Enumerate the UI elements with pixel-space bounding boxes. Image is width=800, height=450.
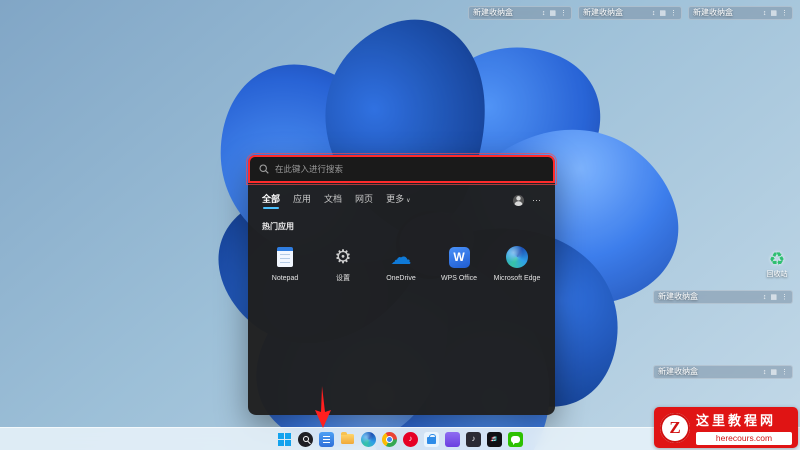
search-icon [259,164,269,174]
storage-box-title: 新建收纳盒 [583,8,623,17]
storage-box-title: 新建收纳盒 [473,8,513,17]
taskbar-microsoft-store-button[interactable] [424,431,439,447]
app-tile-onedrive[interactable]: ☁ OneDrive [372,238,430,289]
grid-icon[interactable]: ▦ [549,10,556,17]
taskbar-purple-app-button[interactable] [445,431,460,447]
storage-box-title: 新建收纳盒 [693,8,733,17]
search-bar[interactable] [246,153,557,185]
sort-icon[interactable]: ↕ [763,369,767,376]
taskbar-tiktok-button[interactable]: ♬ [487,431,502,447]
wps-office-icon: W [448,246,470,268]
grid-icon[interactable]: ▦ [770,294,777,301]
sort-icon[interactable]: ↕ [763,294,767,301]
chevron-down-icon: ∨ [406,198,411,204]
document-icon [323,435,330,443]
gear-icon: ⚙ [334,246,352,268]
app-tile-microsoft-edge[interactable]: Microsoft Edge [488,238,546,289]
storage-box-top-3[interactable]: 新建收纳盒 ↕ ▦ ⋮ [688,6,793,20]
windows-logo-icon [278,432,291,446]
taskbar-music-player-button[interactable]: ♪ [466,431,481,447]
user-avatar[interactable] [513,195,524,206]
music-note-icon: ♪ [471,434,476,443]
sort-icon[interactable]: ↕ [763,10,767,17]
taskbar-chrome-button[interactable] [382,431,397,447]
taskbar-netease-music-button[interactable]: ♪ [403,431,418,447]
app-label: Microsoft Edge [493,275,541,282]
app-label: Notepad [271,275,299,282]
storage-box-right-2[interactable]: 新建收纳盒 ↕ ▦ ⋮ [653,365,793,379]
recycle-bin-icon: ♻ [768,249,786,269]
app-label: OneDrive [386,275,416,282]
more-icon[interactable]: ⋮ [781,369,788,376]
app-tile-settings[interactable]: ⚙ 设置 [314,238,372,289]
more-icon[interactable]: ⋮ [781,10,788,17]
more-icon[interactable]: ⋮ [560,10,567,17]
app-tile-wps-office[interactable]: W WPS Office [430,238,488,289]
grid-icon[interactable]: ▦ [770,10,777,17]
grid-icon[interactable]: ▦ [770,369,777,376]
storage-box-title: 新建收纳盒 [658,367,698,376]
folder-icon [341,432,354,444]
edge-icon [506,246,528,268]
grid-icon[interactable]: ▦ [659,10,666,17]
search-panel: 全部 应用 文档 网页 更多∨ ⋯ 热门应用 Notepad ⚙ 设置 ☁ [246,153,557,415]
recycle-bin-label: 回收站 [766,271,788,278]
watermark-logo: Z [660,412,690,443]
taskbar-edge-button[interactable] [361,431,376,447]
notepad-icon [277,247,293,267]
recycle-bin[interactable]: ♻ 回收站 [755,250,799,279]
chat-bubble-icon [511,435,520,445]
search-icon [302,436,309,442]
top-apps-row: Notepad ⚙ 设置 ☁ OneDrive W WPS Office Mic… [248,234,555,289]
onedrive-cloud-icon: ☁ [390,245,412,269]
taskbar-file-explorer-button[interactable] [340,432,355,447]
start-button[interactable] [277,432,292,447]
section-title-top-apps: 热门应用 [262,222,294,231]
more-icon[interactable]: ⋮ [781,294,788,301]
tab-more-label: 更多 [386,194,405,204]
search-input[interactable] [275,164,544,174]
tab-apps[interactable]: 应用 [293,195,311,209]
ellipsis-icon[interactable]: ⋯ [532,196,541,205]
storage-box-top-1[interactable]: 新建收纳盒 ↕ ▦ ⋮ [468,6,572,20]
music-note-icon: ♪ [408,434,413,443]
taskbar-docs-app-button[interactable] [319,431,334,447]
taskbar-wechat-button[interactable] [508,431,523,447]
sort-icon[interactable]: ↕ [652,10,656,17]
app-label: 设置 [336,275,350,282]
storage-box-title: 新建收纳盒 [658,292,698,301]
search-tabs: 全部 应用 文档 网页 更多 ∨ ⋯ [248,194,555,209]
annotation-arrow-icon [315,386,331,428]
tab-all[interactable]: 全部 [262,195,280,209]
tiktok-note-icon: ♬ [490,434,499,443]
sort-icon[interactable]: ↕ [542,10,546,17]
shopping-bag-icon [427,433,436,444]
watermark-site-url: herecours.com [696,431,792,446]
storage-box-top-2[interactable]: 新建收纳盒 ↕ ▦ ⋮ [578,6,682,20]
taskbar-search-button[interactable] [298,431,313,447]
tab-more[interactable]: 更多 ∨ [386,195,410,209]
app-tile-notepad[interactable]: Notepad [256,238,314,289]
tab-documents[interactable]: 文档 [324,195,342,209]
watermark-badge: Z 这里教程网 herecours.com [654,407,798,448]
tab-web[interactable]: 网页 [355,195,373,209]
desktop: 新建收纳盒 ↕ ▦ ⋮ 新建收纳盒 ↕ ▦ ⋮ 新建收纳盒 ↕ ▦ ⋮ 新建收纳… [0,0,800,450]
app-label: WPS Office [440,275,478,282]
storage-box-right-1[interactable]: 新建收纳盒 ↕ ▦ ⋮ [653,290,793,304]
watermark-site-name: 这里教程网 [696,412,777,428]
more-icon[interactable]: ⋮ [670,10,677,17]
